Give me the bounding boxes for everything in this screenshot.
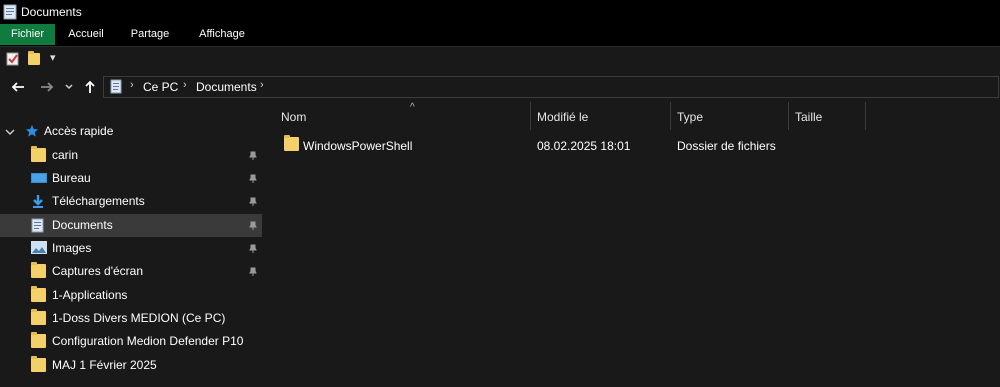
nav-quick-access[interactable]: Accès rapide	[0, 120, 262, 143]
file-list: ^ Nom Modifié le Type Taille WindowsPowe…	[262, 102, 1000, 387]
forward-arrow-icon[interactable]	[39, 79, 55, 95]
documents-icon	[31, 218, 44, 236]
ribbon-tabs: Fichier Accueil Partage Affichage	[0, 24, 1000, 46]
nav-item-label: Téléchargements	[52, 194, 145, 208]
nav-item-label: 1-Doss Divers MEDION (Ce PC)	[52, 311, 226, 325]
chevron-down-icon[interactable]	[5, 126, 15, 140]
pin-icon	[248, 196, 258, 210]
breadcrumb-documents[interactable]: Documents	[196, 80, 257, 94]
documents-icon	[3, 4, 17, 23]
nav-item-applications[interactable]: 1-Applications	[0, 284, 262, 307]
nav-item-label: Bureau	[52, 171, 91, 185]
nav-item-label: Accès rapide	[44, 124, 114, 138]
nav-item-label: Documents	[52, 218, 113, 232]
column-header-size[interactable]: Taille	[788, 102, 865, 130]
folder-icon	[31, 146, 46, 165]
folder-icon	[31, 356, 46, 375]
folder-icon	[284, 135, 299, 154]
nav-item-label: MAJ 1 Février 2025	[52, 358, 157, 372]
documents-icon	[110, 79, 122, 97]
nav-item-doss-divers[interactable]: 1-Doss Divers MEDION (Ce PC)	[0, 307, 262, 330]
pictures-icon	[31, 241, 47, 257]
folder-icon	[31, 332, 46, 351]
breadcrumb-separator-icon[interactable]: ›	[183, 79, 187, 91]
file-name: WindowsPowerShell	[303, 139, 413, 153]
nav-item-downloads[interactable]: Téléchargements	[0, 190, 262, 213]
table-row[interactable]: WindowsPowerShell 08.02.2025 18:01 Dossi…	[262, 134, 1000, 156]
nav-item-label: Captures d'écran	[52, 264, 144, 278]
quick-access-toolbar: ▾	[0, 46, 1000, 73]
nav-item-screenshots[interactable]: Captures d'écran	[0, 260, 262, 283]
recent-locations-chevron-icon[interactable]	[64, 79, 74, 95]
folder-icon	[31, 262, 46, 281]
tab-share[interactable]: Partage	[122, 24, 178, 45]
column-header-name[interactable]: ^ Nom	[274, 102, 530, 130]
nav-item-desktop[interactable]: Bureau	[0, 167, 262, 190]
nav-item-label: 1-Applications	[52, 288, 128, 302]
breadcrumb-separator-icon[interactable]: ›	[130, 79, 134, 91]
new-folder-icon[interactable]	[28, 51, 40, 67]
title-bar: Documents	[0, 0, 1000, 24]
folder-icon	[31, 286, 46, 305]
pin-icon	[248, 173, 258, 187]
nav-item-documents[interactable]: Documents	[0, 214, 262, 237]
pin-icon	[248, 150, 258, 164]
back-arrow-icon[interactable]	[10, 79, 26, 95]
nav-item-label: carin	[52, 148, 79, 162]
desktop-icon	[31, 171, 47, 188]
nav-item-images[interactable]: Images	[0, 237, 262, 260]
pin-icon	[248, 243, 258, 257]
customize-toolbar-icon[interactable]: ▾	[50, 51, 56, 64]
breadcrumb-this-pc[interactable]: Ce PC	[143, 80, 178, 94]
pin-icon	[248, 220, 258, 234]
download-icon	[31, 194, 45, 212]
tab-view[interactable]: Affichage	[190, 24, 254, 45]
folder-icon	[31, 309, 46, 328]
address-bar[interactable]: › Ce PC › Documents ›	[103, 76, 999, 98]
tab-file[interactable]: Fichier	[0, 24, 55, 45]
nav-item-label: Configuration Medion Defender P10	[52, 334, 244, 348]
file-type: Dossier de fichiers	[677, 139, 776, 153]
nav-item-label: Images	[52, 241, 92, 255]
nav-item-maj[interactable]: MAJ 1 Février 2025	[0, 354, 262, 377]
window-title: Documents	[21, 5, 82, 19]
up-arrow-icon[interactable]	[82, 79, 98, 95]
navigation-pane: Accès rapide carin Bureau Téléchargement…	[0, 102, 262, 387]
breadcrumb-separator-icon[interactable]: ›	[260, 79, 264, 91]
nav-item-carin[interactable]: carin	[0, 144, 262, 167]
column-divider[interactable]	[865, 102, 866, 130]
properties-icon[interactable]	[6, 52, 20, 69]
column-header-type[interactable]: Type	[670, 102, 788, 130]
file-modified: 08.02.2025 18:01	[537, 139, 631, 153]
nav-item-configuration[interactable]: Configuration Medion Defender P10	[0, 330, 262, 353]
pin-icon	[248, 266, 258, 280]
column-header-modified[interactable]: Modifié le	[530, 102, 670, 130]
sort-ascending-icon: ^	[410, 102, 415, 113]
tab-home[interactable]: Accueil	[60, 24, 112, 45]
star-icon	[25, 124, 39, 141]
